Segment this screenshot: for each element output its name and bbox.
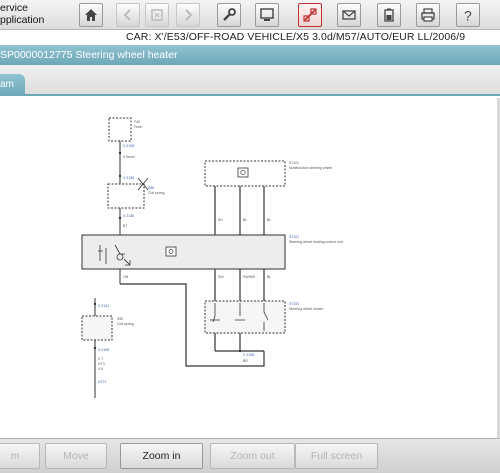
wire-gn-label: GN [123, 275, 129, 279]
back-icon [123, 9, 131, 21]
wire-bl2-label: BL [267, 218, 271, 222]
wire-bottom-label: 0.5 [98, 367, 103, 371]
tab-label: am [0, 79, 14, 90]
view-button-label: m [10, 450, 20, 462]
coil-spring-box [107, 183, 145, 209]
display-icon [260, 8, 274, 21]
document-title: SP0000012775 Steering wheel heater [0, 49, 178, 61]
connector-mid-link[interactable]: X 2136 [123, 176, 134, 180]
coil-spring-sub-label: Coil spring [148, 191, 165, 195]
connection-icon [303, 8, 317, 22]
fuse-sub-label: Fuse [134, 125, 142, 129]
print-button[interactable] [416, 3, 440, 27]
forward-icon [185, 9, 193, 21]
zoom-out-button[interactable]: Zoom out [210, 443, 295, 469]
svg-text:?: ? [464, 8, 472, 24]
steering-wheel-heater-box [204, 300, 286, 334]
fuse-box [108, 117, 132, 142]
wiring-diagram: F40 Fuse X 2105 0.5mm² S50 Coil spring X… [81, 117, 343, 398]
tab-row: am [0, 65, 500, 96]
full-screen-button-label: Full screen [310, 450, 363, 462]
wire-sw-label: SW [218, 275, 224, 279]
help-button[interactable]: ? [456, 3, 480, 27]
zoom-in-button-label: Zoom in [142, 450, 181, 462]
wiring-diagram-area[interactable]: F40 Fuse X 2105 0.5mm² S50 Coil spring X… [0, 98, 497, 438]
mark-button[interactable] [145, 3, 169, 27]
mfsw-label: S7101 [289, 161, 299, 165]
wire-bl3-label: BL [267, 275, 271, 279]
top-toolbar: ervice pplication ? [0, 0, 500, 30]
heater-link[interactable]: S7100 [289, 302, 299, 306]
zoom-out-button-label: Zoom out [230, 450, 275, 462]
app-title: ervice pplication [0, 2, 44, 26]
service-functions-button[interactable] [217, 3, 241, 27]
mail-icon [342, 10, 356, 20]
fuse-label: F40 [134, 120, 140, 124]
help-icon: ? [464, 8, 472, 24]
connector-low-link[interactable]: X 2106 [98, 348, 109, 352]
left-box-sub-label: Coil spring [117, 322, 134, 326]
home-icon [85, 9, 97, 21]
forward-button[interactable] [176, 3, 200, 27]
ground-label: X 7 [98, 357, 103, 361]
mark-icon [151, 9, 163, 21]
battery-icon [384, 8, 394, 22]
bottom-toolbar: m Move Zoom in Zoom out Full screen [0, 438, 500, 473]
ground-link[interactable]: X2T1 [98, 380, 106, 384]
move-button[interactable]: Move [45, 443, 107, 469]
ground-sub-label: GTV [98, 362, 106, 366]
control-unit-link[interactable]: S7101 [289, 235, 299, 239]
print-icon [421, 8, 435, 22]
wire-br-label: BR [243, 359, 248, 363]
zoom-in-button[interactable]: Zoom in [120, 443, 203, 469]
home-button[interactable] [79, 3, 103, 27]
vehicle-info: CAR: X'/E53/OFF-ROAD VEHICLE/X5 3.0d/M57… [126, 31, 466, 43]
wire-sh-label: SH [218, 218, 223, 222]
battery-button[interactable] [377, 3, 401, 27]
document-title-bar: SP0000012775 Steering wheel heater [0, 45, 500, 65]
connection-button[interactable] [298, 3, 322, 27]
heater-sub-label: Steering wheel heater [289, 307, 324, 311]
mail-button[interactable] [337, 3, 361, 27]
connector-mid2-link[interactable]: X 2136 [123, 214, 134, 218]
tab-diagram[interactable]: am [0, 74, 25, 96]
display-button[interactable] [255, 3, 279, 27]
full-screen-button[interactable]: Full screen [295, 443, 378, 469]
wire-swws-label: SW/WS [243, 275, 256, 279]
app-title-line2: pplication [0, 14, 45, 26]
coil-spring-link[interactable]: S50 [148, 186, 154, 190]
left-box-label: S50 [117, 317, 123, 321]
back-button[interactable] [116, 3, 140, 27]
heating-control-unit-box [81, 234, 286, 270]
move-button-label: Move [63, 450, 89, 462]
wire-bt-label: BT [123, 224, 128, 228]
view-button[interactable]: m [0, 443, 40, 469]
app-title-line1: ervice [0, 2, 29, 14]
wire-bl-label: BL [243, 218, 247, 222]
mfsw-sub-label: Multifunction steering wheel [289, 166, 332, 170]
lock-spring-box [81, 315, 113, 341]
wire-top-label: 0.5mm² [123, 155, 136, 159]
control-unit-sub-label: Steering wheel heating control unit [289, 240, 343, 244]
connector-left-link[interactable]: X 2131 [98, 304, 109, 308]
connector-bottom-link[interactable]: X 2108 [243, 353, 254, 357]
wrench-icon [223, 8, 236, 21]
connector-top-link[interactable]: X 2105 [123, 144, 134, 148]
